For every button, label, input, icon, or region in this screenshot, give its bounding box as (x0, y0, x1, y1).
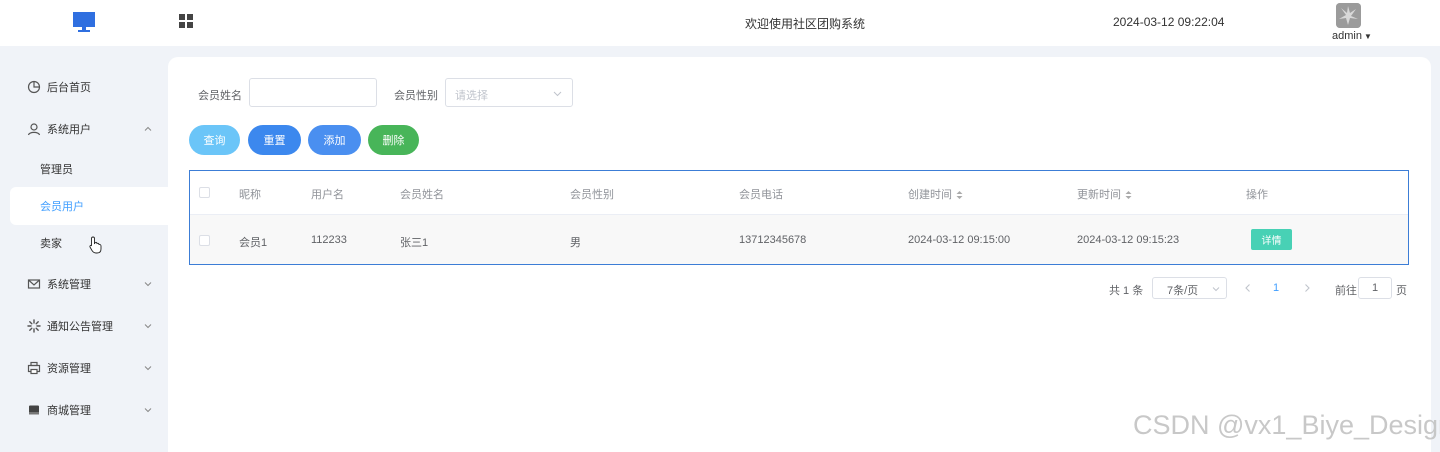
delete-button[interactable]: 删除 (368, 125, 419, 155)
monitor-icon[interactable] (72, 10, 96, 34)
sidebar-item-label: 通知公告管理 (47, 321, 113, 333)
member-gender-select[interactable]: 请选择 (445, 78, 573, 107)
column-header: 用户名 (311, 189, 344, 201)
sidebar-item-resources[interactable]: 资源管理 (0, 349, 168, 387)
pie-chart-icon (27, 80, 41, 94)
member-gender-label: 会员性别 (394, 90, 438, 102)
column-header: 操作 (1246, 189, 1268, 201)
current-datetime: 2024-03-12 09:22:04 (1113, 15, 1225, 29)
chevron-up-icon (144, 126, 152, 131)
page-suffix-label: 页 (1396, 285, 1407, 297)
chevron-down-icon (1212, 287, 1220, 292)
avatar[interactable] (1336, 3, 1361, 28)
chevron-down-icon (144, 408, 152, 413)
cell-nickname: 会员1 (239, 237, 268, 249)
members-table: 昵称 用户名 会员姓名 会员性别 会员电话 创建时间 更新时间 操作 会员1 1… (189, 170, 1409, 265)
cell-created-time: 2024-03-12 09:15:00 (908, 234, 1011, 246)
chevron-down-icon (144, 324, 152, 329)
column-header-label: 更新时间 (1077, 189, 1121, 201)
cell-member-name: 张三1 (400, 237, 429, 249)
loading-icon (27, 319, 41, 333)
detail-button[interactable]: 详情 (1251, 229, 1292, 250)
avatar-image (1336, 3, 1361, 28)
cell-gender: 男 (570, 237, 581, 249)
sidebar-item-notices[interactable]: 通知公告管理 (0, 307, 168, 345)
column-header: 会员电话 (739, 189, 783, 201)
printer-icon (27, 361, 41, 375)
member-name-label: 会员姓名 (198, 90, 242, 102)
sidebar-subitem-admins[interactable]: 管理员 (10, 150, 168, 188)
cell-updated-time: 2024-03-12 09:15:23 (1077, 234, 1180, 246)
sort-icon (1125, 191, 1132, 200)
select-all-checkbox[interactable] (199, 187, 210, 198)
user-icon (27, 123, 41, 136)
sidebar-subitem-label: 管理员 (40, 164, 73, 176)
chevron-down-icon (144, 366, 152, 371)
gender-select-placeholder: 请选择 (455, 90, 488, 102)
caret-down-icon: ▼ (1363, 32, 1372, 41)
column-header-label: 创建时间 (908, 189, 952, 201)
column-header: 会员性别 (570, 189, 614, 201)
sidebar-item-dashboard[interactable]: 后台首页 (0, 68, 168, 106)
column-header-sortable[interactable]: 创建时间 (908, 186, 963, 202)
column-header-sortable[interactable]: 更新时间 (1077, 186, 1132, 202)
hand-cursor-icon (89, 236, 102, 254)
sidebar-subitem-members[interactable]: 会员用户 (10, 187, 168, 225)
member-name-input[interactable] (249, 78, 377, 107)
row-checkbox[interactable] (199, 235, 210, 246)
sidebar-subitem-label: 卖家 (40, 238, 62, 250)
chevron-down-icon (553, 91, 562, 97)
next-page-icon[interactable] (1302, 283, 1312, 293)
sidebar-item-label: 系统用户 (47, 124, 91, 136)
sidebar-item-system-management[interactable]: 系统管理 (0, 265, 168, 303)
chevron-down-icon (144, 282, 152, 287)
sidebar-item-label: 资源管理 (47, 363, 91, 375)
mail-icon (27, 279, 41, 289)
username-label: admin (1332, 30, 1362, 42)
box-icon (29, 405, 39, 415)
top-header: 欢迎使用社区团购系统 2024-03-12 09:22:04 admin ▼ (0, 0, 1440, 46)
sidebar-subitem-label: 会员用户 (40, 201, 84, 213)
reset-button[interactable]: 重置 (248, 125, 301, 155)
cell-username: 112233 (311, 234, 347, 246)
sidebar-item-label: 系统管理 (47, 279, 91, 291)
search-button[interactable]: 查询 (189, 125, 240, 155)
cell-phone: 13712345678 (739, 234, 807, 246)
sidebar-item-system-users[interactable]: 系统用户 (0, 110, 168, 148)
sidebar-item-label: 商城管理 (47, 405, 91, 417)
sidebar-item-label: 后台首页 (47, 82, 91, 94)
sidebar-item-mall[interactable]: 商城管理 (0, 391, 168, 429)
grid-icon[interactable] (178, 13, 194, 29)
add-button[interactable]: 添加 (308, 125, 361, 155)
user-menu[interactable]: admin ▼ (1332, 30, 1372, 42)
goto-label: 前往 (1335, 285, 1357, 297)
page-size-select[interactable]: 7条/页 (1152, 277, 1227, 299)
welcome-text: 欢迎使用社区团购系统 (744, 17, 865, 31)
prev-page-icon[interactable] (1243, 283, 1253, 293)
goto-page-input[interactable] (1358, 277, 1392, 299)
watermark-text: CSDN @vx1_Biye_Design (1133, 410, 1440, 440)
sort-icon (956, 191, 963, 200)
pagination-total: 共 1 条 (1109, 285, 1144, 297)
column-header: 昵称 (239, 189, 261, 201)
column-header: 会员姓名 (400, 189, 444, 201)
table-header: 昵称 用户名 会员姓名 会员性别 会员电话 创建时间 更新时间 操作 (190, 171, 1408, 215)
table-row: 会员1 112233 张三1 男 13712345678 2024-03-12 … (190, 215, 1408, 264)
page-size-value: 7条/页 (1167, 285, 1199, 297)
page-number-current[interactable]: 1 (1273, 282, 1279, 294)
